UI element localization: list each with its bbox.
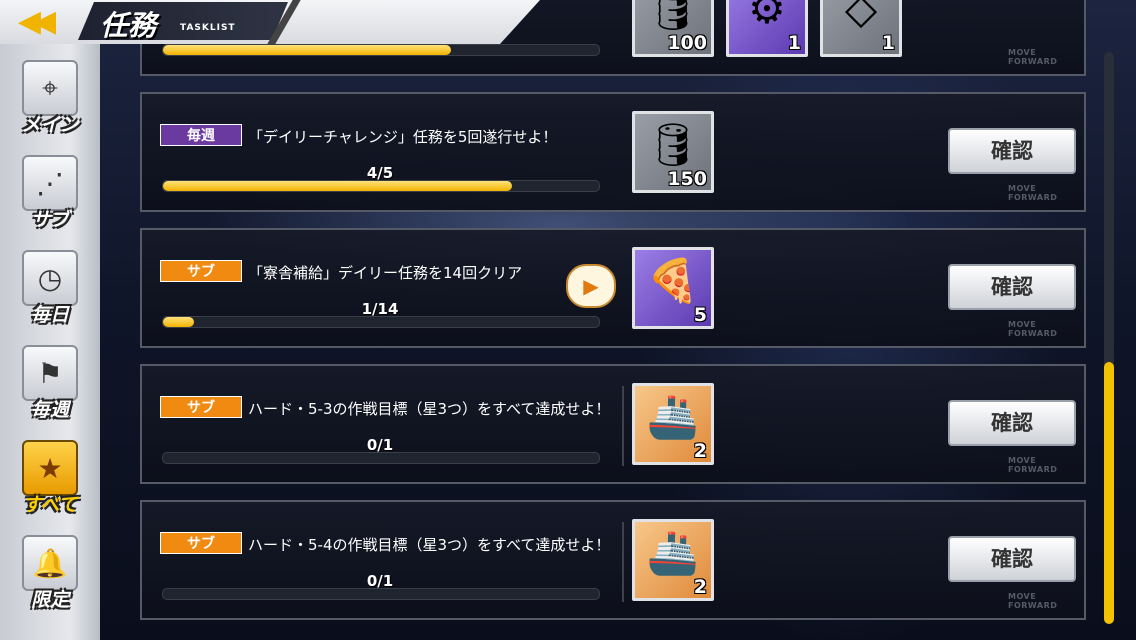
video-button[interactable]: ▶ <box>566 264 616 308</box>
move-forward-label: MOVE FORWARD <box>1008 184 1058 202</box>
double-chevron-left-icon: ◀◀ <box>17 3 56 39</box>
back-button[interactable]: ◀◀ <box>0 0 66 42</box>
task-row: サブ 「寮舎補給」デイリー任務を14回クリア 1/14 ▶ 🍕 5 確認 MOV… <box>140 228 1086 348</box>
sidebar-item-label: 毎週 <box>30 399 69 421</box>
task-type-badge: サブ <box>160 396 242 418</box>
progress-fill <box>163 317 194 327</box>
confirm-button[interactable]: 確認 <box>948 400 1076 446</box>
ship-blueprint-icon: 🚢 <box>646 528 700 577</box>
task-type-badge: 毎週 <box>160 124 242 146</box>
reward-item[interactable]: 🚢 2 <box>632 383 714 465</box>
task-description: ハード・5-4の作戦目標（星3つ）をすべて達成せよ！ <box>248 536 611 554</box>
oil-barrel-icon: 🛢 <box>646 120 700 169</box>
sidebar-item-weekly[interactable]: ⚑ 毎週 <box>18 345 82 435</box>
flag-icon: ⚑ <box>22 345 78 401</box>
sidebar-item-sub[interactable]: ⋰ サブ <box>18 155 82 245</box>
sidebar-item-label: すべて <box>22 494 78 516</box>
reward-count: 100 <box>667 32 707 54</box>
sidebar-item-daily[interactable]: ◷ 毎日 <box>18 250 82 340</box>
task-type-badge: サブ <box>160 532 242 554</box>
page-subtitle: TASKLIST <box>180 23 236 33</box>
divider <box>622 386 624 466</box>
reward-count: 1 <box>787 32 801 54</box>
task-type-badge: サブ <box>160 260 242 282</box>
reward-count: 150 <box>667 168 707 190</box>
pizza-icon: 🍕 <box>646 256 700 305</box>
sidebar-item-label: 毎日 <box>30 304 69 326</box>
task-row: 毎週 「デイリーチャレンジ」任務を5回遂行せよ！ 4/5 🛢 150 確認 MO… <box>140 92 1086 212</box>
reward-count: 2 <box>693 440 707 462</box>
reward-item[interactable]: ⚙ 1 <box>726 0 808 57</box>
task-description: 「寮舎補給」デイリー任務を14回クリア <box>248 264 523 282</box>
reward-item[interactable]: ◇ 1 <box>820 0 902 57</box>
task-description: ハード・5-3の作戦目標（星3つ）をすべて達成せよ！ <box>248 400 611 418</box>
confirm-button[interactable]: 確認 <box>948 536 1076 582</box>
sidebar-item-all[interactable]: ★ すべて <box>18 440 82 530</box>
progress-bar <box>162 452 600 464</box>
progress-fill <box>163 45 451 55</box>
gear-part-icon: ◇ <box>844 0 878 33</box>
drill-icon: ⚙ <box>748 0 786 33</box>
move-forward-label: MOVE FORWARD <box>1008 48 1058 66</box>
calendar-star-icon: ★ <box>22 440 78 496</box>
sidebar-item-label: 限定 <box>30 589 69 611</box>
task-row: サブ ハード・5-3の作戦目標（星3つ）をすべて達成せよ！ 0/1 🚢 2 確認… <box>140 364 1086 484</box>
confirm-button[interactable]: 確認 <box>948 128 1076 174</box>
sidebar-item-label: メイン <box>21 114 79 136</box>
ship-blueprint-icon: 🚢 <box>646 392 700 441</box>
reward-count: 2 <box>693 576 707 598</box>
route-icon: ⋰ <box>22 155 78 211</box>
reward-item[interactable]: 🛢 150 <box>632 111 714 193</box>
progress-bar <box>162 316 600 328</box>
reward-item[interactable]: 🚢 2 <box>632 519 714 601</box>
progress-bar <box>162 180 600 192</box>
move-forward-label: MOVE FORWARD <box>1008 320 1058 338</box>
bell-icon: 🔔 <box>22 535 78 591</box>
reward-count: 1 <box>881 32 895 54</box>
task-description: 「デイリーチャレンジ」任務を5回遂行せよ！ <box>248 128 558 146</box>
map-pin-icon: ⌖ <box>22 60 78 116</box>
sidebar: ⌖ メイン ⋰ サブ ◷ 毎日 ⚑ 毎週 ★ すべて 🔔 限定 <box>0 40 100 640</box>
reward-item[interactable]: 🛢 100 <box>632 0 714 57</box>
sidebar-item-label: サブ <box>30 209 69 231</box>
divider <box>622 522 624 602</box>
task-row: サブ ハード・5-4の作戦目標（星3つ）をすべて達成せよ！ 0/1 🚢 2 確認… <box>140 500 1086 620</box>
progress-bar <box>162 44 600 56</box>
sidebar-item-main[interactable]: ⌖ メイン <box>18 60 82 150</box>
move-forward-label: MOVE FORWARD <box>1008 592 1058 610</box>
sidebar-item-limited[interactable]: 🔔 限定 <box>18 535 82 625</box>
reward-item[interactable]: 🍕 5 <box>632 247 714 329</box>
progress-fill <box>163 181 512 191</box>
page-title: 任務 <box>100 9 157 42</box>
film-play-icon: ▶ <box>583 274 599 298</box>
reward-count: 5 <box>693 304 707 326</box>
scrollbar-thumb[interactable] <box>1104 362 1114 624</box>
move-forward-label: MOVE FORWARD <box>1008 456 1058 474</box>
progress-bar <box>162 588 600 600</box>
clock-icon: ◷ <box>22 250 78 306</box>
oil-barrel-icon: 🛢 <box>646 0 700 33</box>
confirm-button[interactable]: 確認 <box>948 264 1076 310</box>
